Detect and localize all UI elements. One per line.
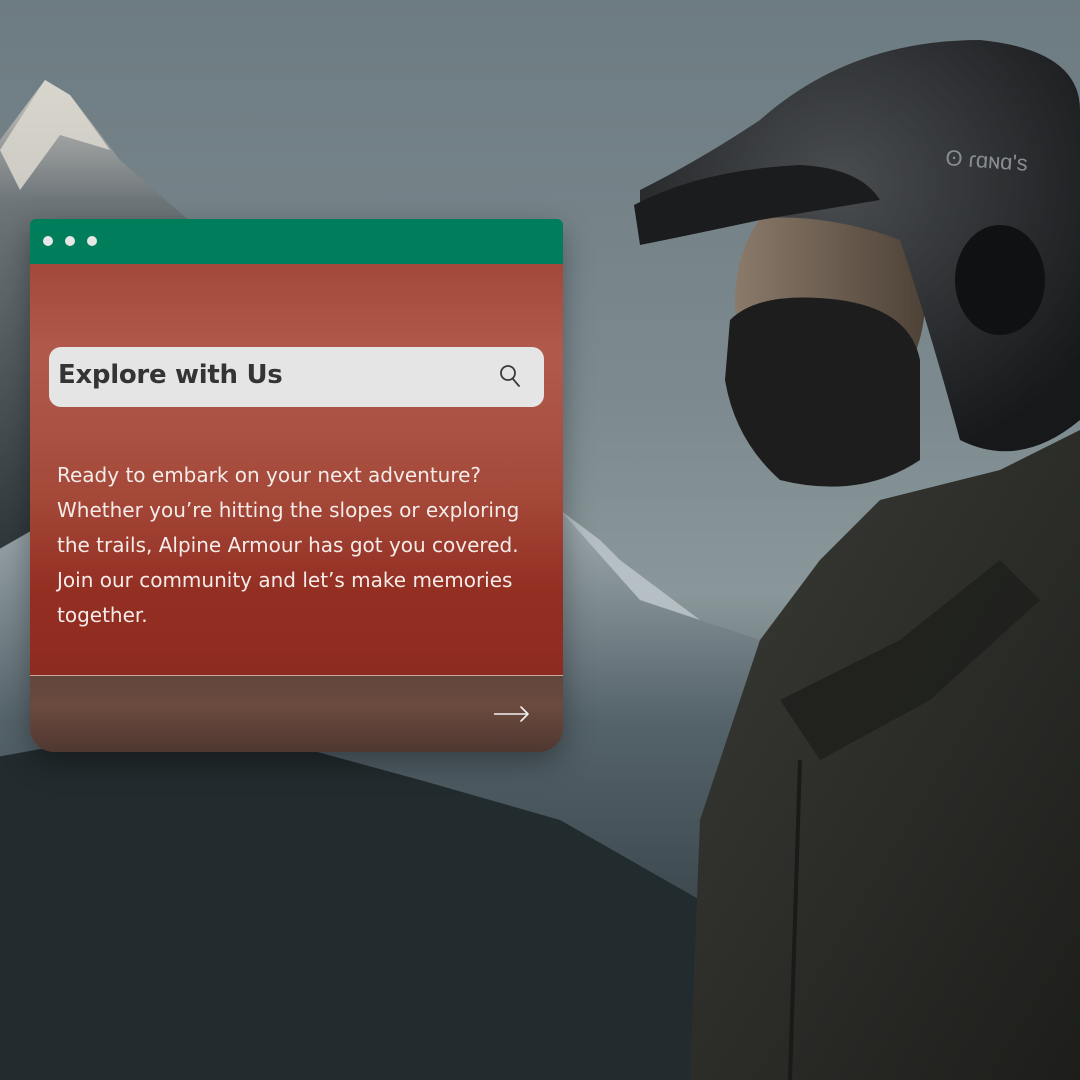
rider-jacket <box>690 430 1080 1080</box>
window-control-dot <box>87 236 97 246</box>
rider-mask <box>725 297 920 487</box>
arrow-right-icon[interactable] <box>492 704 532 724</box>
card-body: Explore with Us Ready to embark on your … <box>30 264 563 675</box>
card-footer <box>30 675 563 752</box>
helmet-ear <box>955 225 1045 335</box>
window-control-dot <box>43 236 53 246</box>
intro-paragraph: Ready to embark on your next adventure? … <box>57 463 520 627</box>
search-icon[interactable] <box>499 364 523 390</box>
window-control-dot <box>65 236 75 246</box>
window-titlebar <box>30 219 563 264</box>
search-title: Explore with Us <box>58 360 283 390</box>
explore-card: Explore with Us Ready to embark on your … <box>30 219 563 752</box>
search-bar[interactable]: Explore with Us <box>49 347 544 407</box>
